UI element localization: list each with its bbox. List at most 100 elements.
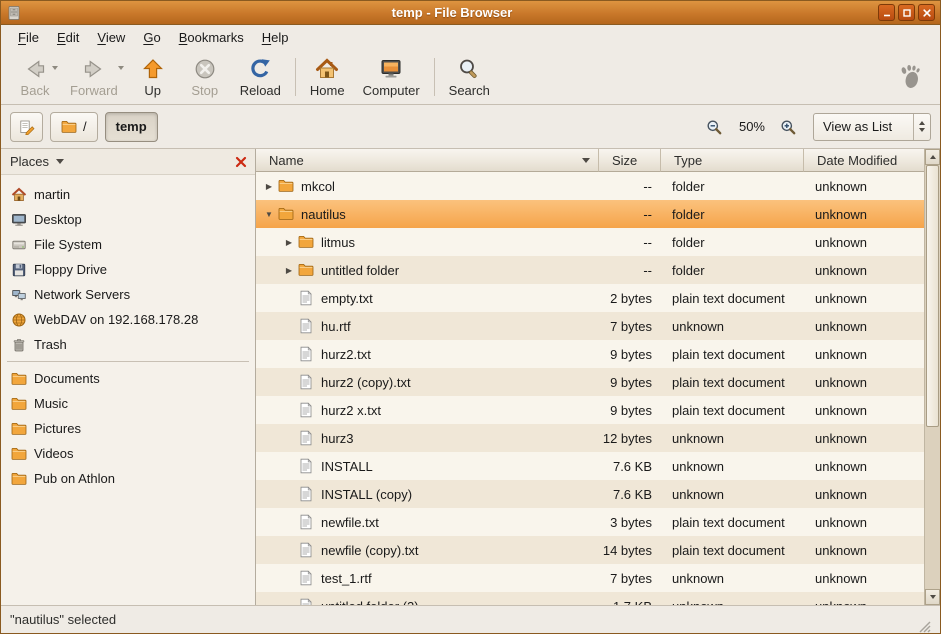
forward-button: Forward [61, 54, 127, 100]
file-browser-window: temp - File Browser FileEditViewGoBookma… [0, 0, 941, 634]
column-header-type[interactable]: Type [661, 149, 804, 172]
name-cell: INSTALL [256, 458, 599, 474]
sidebar-close-button[interactable] [233, 154, 249, 170]
menu-view[interactable]: View [88, 27, 134, 48]
sidebar-item-floppy-drive[interactable]: Floppy Drive [1, 257, 255, 282]
text-file-icon [298, 486, 314, 502]
webdav-icon [11, 312, 27, 328]
scrollbar-thumb[interactable] [926, 165, 939, 427]
menu-bookmarks[interactable]: Bookmarks [170, 27, 253, 48]
sidebar-item-webdav-on-192-168-178-28[interactable]: WebDAV on 192.168.178.28 [1, 307, 255, 332]
expander-icon[interactable]: ▶ [280, 238, 298, 247]
sidebar-item-network-servers[interactable]: Network Servers [1, 282, 255, 307]
file-size: -- [599, 179, 661, 194]
file-type: unknown [661, 571, 804, 586]
scroll-up-button[interactable] [925, 149, 940, 165]
sidebar-item-file-system[interactable]: File System [1, 232, 255, 257]
root-path-button[interactable]: / [50, 112, 98, 142]
file-name: INSTALL [321, 459, 373, 474]
file-row-newfile-copy-txt[interactable]: newfile (copy).txt14 bytesplain text doc… [256, 536, 924, 564]
column-header-size[interactable]: Size [599, 149, 661, 172]
gnome-logo-icon [896, 62, 924, 92]
sidebar-item-pub-on-athlon[interactable]: Pub on Athlon [1, 466, 255, 491]
titlebar[interactable]: temp - File Browser [1, 1, 940, 25]
file-row-newfile-txt[interactable]: newfile.txt3 bytesplain text documentunk… [256, 508, 924, 536]
file-size: 7.6 KB [599, 459, 661, 474]
spinner-down-icon [919, 128, 925, 132]
reload-button[interactable]: Reload [231, 54, 290, 100]
file-size: -- [599, 207, 661, 222]
up-button[interactable]: Up [127, 54, 179, 100]
location-bar: / temp 50% View as List [1, 105, 940, 148]
menu-file[interactable]: File [9, 27, 48, 48]
file-name: newfile.txt [321, 515, 379, 530]
expander-icon[interactable]: ▶ [280, 266, 298, 275]
sidebar-item-desktop[interactable]: Desktop [1, 207, 255, 232]
menu-edit[interactable]: Edit [48, 27, 88, 48]
sidebar-item-documents[interactable]: Documents [1, 366, 255, 391]
resize-grip[interactable] [917, 619, 931, 633]
file-list-pane: NameSize Type Date Modified ▶mkcol--folder… [256, 149, 940, 605]
file-name: hurz2 x.txt [321, 403, 381, 418]
scroll-down-button[interactable] [925, 589, 940, 605]
name-cell: hurz2 x.txt [256, 402, 599, 418]
sidebar-item-label: Music [34, 396, 68, 411]
file-modified: unknown [804, 487, 924, 502]
sidebar-item-videos[interactable]: Videos [1, 441, 255, 466]
computer-button[interactable]: Computer [354, 54, 429, 100]
name-cell: ▶mkcol [256, 178, 599, 194]
file-row-hurz2-copy-txt[interactable]: hurz2 (copy).txt9 bytesplain text docume… [256, 368, 924, 396]
column-header-date-modified[interactable]: Date Modified [804, 149, 924, 172]
file-modified: unknown [804, 235, 924, 250]
folder-icon [61, 119, 77, 135]
file-modified: unknown [804, 263, 924, 278]
file-modified: unknown [804, 515, 924, 530]
toolbar-button-label: Stop [191, 83, 218, 98]
name-cell: newfile (copy).txt [256, 542, 599, 558]
file-row-untitled-folder[interactable]: ▶untitled folder--folderunknown [256, 256, 924, 284]
minimize-button[interactable] [878, 4, 895, 21]
file-row-nautilus[interactable]: ▼nautilus--folderunknown [256, 200, 924, 228]
file-row-empty-txt[interactable]: empty.txt2 bytesplain text documentunkno… [256, 284, 924, 312]
maximize-button[interactable] [898, 4, 915, 21]
zoom-out-icon [706, 119, 724, 135]
network-icon [11, 287, 27, 303]
close-button[interactable] [918, 4, 935, 21]
sidebar-item-trash[interactable]: Trash [1, 332, 255, 357]
search-icon [457, 57, 481, 81]
sidebar-item-pictures[interactable]: Pictures [1, 416, 255, 441]
file-row-mkcol[interactable]: ▶mkcol--folderunknown [256, 172, 924, 200]
file-row-hurz2-txt[interactable]: hurz2.txt9 bytesplain text documentunkno… [256, 340, 924, 368]
file-modified: unknown [804, 375, 924, 390]
column-header-name[interactable]: Name [256, 149, 599, 172]
expander-icon[interactable]: ▼ [260, 210, 278, 219]
file-size: 7 bytes [599, 571, 661, 586]
sidebar-item-music[interactable]: Music [1, 391, 255, 416]
home-button[interactable]: Home [301, 54, 354, 100]
current-path-button[interactable]: temp [105, 112, 158, 142]
toggle-location-entry-button[interactable] [10, 112, 43, 142]
file-row-install[interactable]: INSTALL7.6 KBunknownunknown [256, 452, 924, 480]
file-row-test-1-rtf[interactable]: test_1.rtf7 bytesunknownunknown [256, 564, 924, 592]
vertical-scrollbar[interactable] [924, 149, 940, 605]
column-header-label: Type [674, 153, 702, 168]
sidebar-item-martin[interactable]: martin [1, 182, 255, 207]
menu-go[interactable]: Go [134, 27, 169, 48]
file-row-hurz2-x-txt[interactable]: hurz2 x.txt9 bytesplain text documentunk… [256, 396, 924, 424]
places-pane-selector[interactable]: Places [10, 154, 64, 169]
zoom-out-button[interactable] [704, 116, 726, 138]
expander-icon[interactable]: ▶ [260, 182, 278, 191]
view-mode-select[interactable]: View as List [813, 113, 931, 141]
file-type: unknown [661, 431, 804, 446]
search-button[interactable]: Search [440, 54, 499, 100]
file-row-hu-rtf[interactable]: hu.rtf7 bytesunknownunknown [256, 312, 924, 340]
file-row-untitled-folder-2[interactable]: untitled folder (2)1.7 KBunknownunknown [256, 592, 924, 605]
file-row-litmus[interactable]: ▶litmus--folderunknown [256, 228, 924, 256]
view-mode-spinner[interactable] [913, 114, 930, 140]
sidebar-item-label: Pictures [34, 421, 81, 436]
menu-help[interactable]: Help [253, 27, 298, 48]
file-row-hurz3[interactable]: hurz312 bytesunknownunknown [256, 424, 924, 452]
main-area: Places martinDesktopFile SystemFloppy Dr… [1, 148, 940, 605]
zoom-in-button[interactable] [778, 116, 800, 138]
file-row-install-copy[interactable]: INSTALL (copy)7.6 KBunknownunknown [256, 480, 924, 508]
